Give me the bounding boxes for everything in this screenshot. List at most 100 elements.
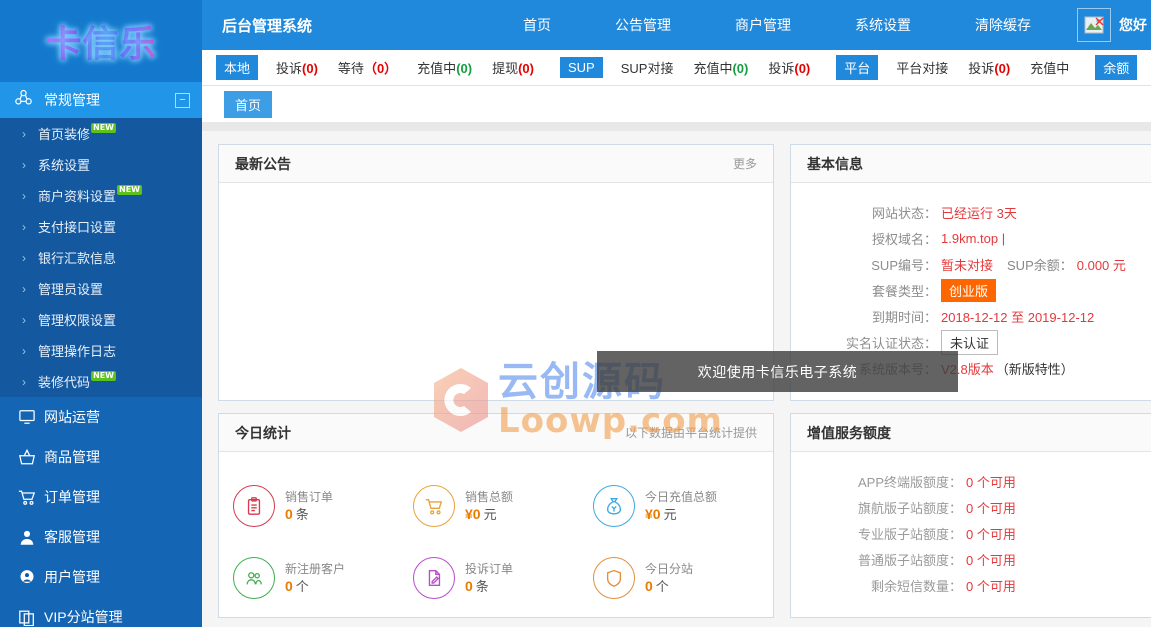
chevron-right-icon: › (22, 344, 26, 358)
stat-cell-3[interactable]: 今日充值总额¥0元 (593, 470, 773, 542)
more-link[interactable]: 更多 (733, 155, 757, 172)
status-link-2-3[interactable]: 投诉(0) (758, 58, 820, 77)
sidebar-group-general[interactable]: 常规管理 − (0, 82, 202, 118)
logo-area[interactable]: 卡信乐 (0, 0, 202, 82)
stats-subtitle: 以下数据由平台统计提供 (625, 424, 757, 441)
quota-row-2: 旗航版子站额度：0 个可用 (791, 494, 1151, 520)
document-edit-icon (413, 557, 455, 599)
top-nav-link-3[interactable]: 商户管理 (703, 15, 823, 35)
quota-row-key: 专业版子站额度： (791, 524, 966, 543)
sidebar-sub-list: ›首页装修NEW›系统设置›商户资料设置NEW›支付接口设置›银行汇款信息›管理… (0, 118, 202, 397)
status-link-3-3[interactable]: 充值中 (1020, 58, 1079, 77)
sidebar-item-label: 网站运营 (44, 407, 100, 427)
money-bag-icon (593, 485, 635, 527)
content-divider (202, 122, 1151, 131)
status-link-count: (0) (456, 61, 472, 76)
status-group-key[interactable]: 余额 (1095, 55, 1137, 80)
panel-value-added-quota: 增值服务额度 APP终端版额度：0 个可用旗航版子站额度：0 个可用专业版子站额… (790, 413, 1151, 618)
status-link-3-2[interactable]: 投诉(0) (958, 58, 1020, 77)
chevron-right-icon: › (22, 282, 26, 296)
sidebar-item-copy[interactable]: VIP分站管理 (0, 597, 202, 627)
panel-today-statistics: 今日统计 以下数据由平台统计提供 销售订单0条销售总额¥0元今日充值总额¥0元新… (218, 413, 774, 618)
sidebar-subitem-8[interactable]: ›管理操作日志 (0, 335, 202, 366)
sidebar-subitem-7[interactable]: ›管理权限设置 (0, 304, 202, 335)
sidebar-item-monitor[interactable]: 网站运营 (0, 397, 202, 437)
status-link-2-2[interactable]: 充值中(0) (683, 58, 758, 77)
sidebar-item-user-circle[interactable]: 用户管理 (0, 557, 202, 597)
chevron-right-icon: › (22, 313, 26, 327)
info-row-key: SUP编号： (791, 255, 941, 274)
top-nav-link-1[interactable]: 首页 (491, 15, 583, 35)
sidebar-item-basket[interactable]: 商品管理 (0, 437, 202, 477)
brand-logo: 卡信乐 (45, 15, 156, 67)
chevron-right-icon: › (22, 127, 26, 141)
info-row-2: 授权域名：1.9km.top | (791, 225, 1151, 251)
status-link-1-1[interactable]: 投诉(0) (266, 58, 328, 77)
sidebar-subitem-label: 支付接口设置 (38, 217, 116, 236)
top-nav-link-5[interactable]: 清除缓存 (943, 15, 1063, 35)
status-link-4-1[interactable]: 结算记 (1145, 58, 1151, 77)
status-group-key[interactable]: 平台 (836, 55, 878, 80)
stat-label: 销售总额 (465, 489, 513, 505)
quota-row-1: APP终端版额度：0 个可用 (791, 468, 1151, 494)
stat-value: 0 (645, 578, 653, 594)
sidebar-item-cart[interactable]: 订单管理 (0, 477, 202, 517)
status-link-1-2[interactable]: 等待（0） (328, 58, 407, 77)
user-tie-icon (18, 529, 44, 546)
user-greeting: 您好 (1119, 15, 1147, 35)
sidebar-subitem-1[interactable]: ›首页装修NEW (0, 118, 202, 149)
status-group-key[interactable]: 本地 (216, 55, 258, 80)
sidebar-item-label: 客服管理 (44, 527, 100, 547)
status-link-label: 投诉 (968, 61, 994, 76)
sidebar-subitem-4[interactable]: ›支付接口设置 (0, 211, 202, 242)
top-nav-link-2[interactable]: 公告管理 (583, 15, 703, 35)
avatar[interactable] (1077, 8, 1111, 42)
sidebar-subitem-3[interactable]: ›商户资料设置NEW (0, 180, 202, 211)
info-row-5: 到期时间：2018-12-12 至 2019-12-12 (791, 303, 1151, 329)
status-link-count: (0) (518, 61, 534, 76)
quota-row-value: 0 个可用 (966, 524, 1016, 543)
stat-unit: 条 (296, 507, 309, 522)
sidebar-subitem-2[interactable]: › 系统设置 (0, 149, 202, 180)
stat-cell-6[interactable]: 今日分站0个 (593, 542, 773, 614)
quota-row-3: 专业版子站额度：0 个可用 (791, 520, 1151, 546)
sidebar-main-list: 网站运营商品管理订单管理客服管理用户管理VIP分站管理 (0, 397, 202, 627)
status-link-2-1[interactable]: SUP对接 (611, 58, 684, 77)
status-link-label: SUP对接 (621, 61, 674, 76)
stat-value: 0 (285, 506, 293, 522)
collapse-toggle[interactable]: − (175, 93, 190, 108)
sidebar-subitem-5[interactable]: › 银行汇款信息 (0, 242, 202, 273)
stat-cell-4[interactable]: 新注册客户0个 (233, 542, 413, 614)
stat-value: 0 (285, 578, 293, 594)
quota-row-key: 剩余短信数量： (791, 576, 966, 595)
sidebar-subitem-label: 系统设置 (38, 155, 90, 174)
quota-row-value: 0 个可用 (966, 472, 1016, 491)
top-nav-link-4[interactable]: 系统设置 (823, 15, 943, 35)
app-root: 卡信乐 常规管理 − ›首页装修NEW›系统设置›商户资料设置NEW›支付接口设… (0, 0, 1151, 627)
stat-cell-1[interactable]: 销售订单0条 (233, 470, 413, 542)
sidebar-subitem-6[interactable]: ›管理员设置 (0, 273, 202, 304)
info-row-key: 套餐类型： (791, 281, 941, 300)
sidebar-item-user-tie[interactable]: 客服管理 (0, 517, 202, 557)
quota-row-value: 0 个可用 (966, 576, 1016, 595)
stat-cell-2[interactable]: 销售总额¥0元 (413, 470, 593, 542)
sidebar-subitem-9[interactable]: ›装修代码NEW (0, 366, 202, 397)
breadcrumb-home-tab[interactable]: 首页 (224, 91, 272, 118)
panel-header: 今日统计 以下数据由平台统计提供 (219, 414, 773, 452)
quota-row-value: 0 个可用 (966, 498, 1016, 517)
cart-icon (413, 485, 455, 527)
stat-unit: 元 (664, 507, 677, 522)
stat-cell-5[interactable]: 投诉订单0条 (413, 542, 593, 614)
sidebar-subitem-label: 银行汇款信息 (38, 248, 116, 267)
chevron-right-icon: › (22, 251, 26, 265)
status-link-label: 充值中 (693, 61, 732, 76)
status-link-label: 投诉 (768, 61, 794, 76)
clipboard-icon (233, 485, 275, 527)
status-link-1-3[interactable]: 充值中(0) (407, 58, 482, 77)
chevron-right-icon: › (22, 189, 26, 203)
status-link-1-4[interactable]: 提现(0) (482, 58, 544, 77)
info-row-value: 已经运行 3天 (941, 203, 1017, 222)
status-link-3-1[interactable]: 平台对接 (886, 58, 958, 77)
status-group-key[interactable]: SUP (560, 57, 603, 78)
chevron-right-icon: › (22, 158, 26, 172)
